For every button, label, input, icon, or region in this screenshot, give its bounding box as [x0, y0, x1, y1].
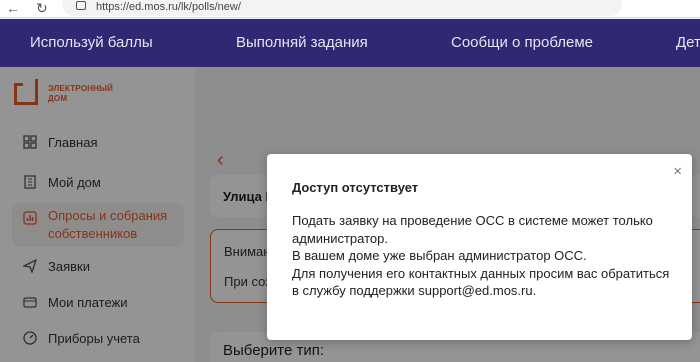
- promo-banner: Используй баллы Выполняй задания Сообщи …: [0, 19, 700, 67]
- dialog-line: администратор.: [292, 230, 388, 246]
- site-info-icon[interactable]: [76, 1, 86, 10]
- dialog-message: Подать заявку на проведение ОСС в систем…: [292, 212, 682, 300]
- banner-tab-use-points[interactable]: Используй баллы: [30, 34, 153, 51]
- close-icon[interactable]: ×: [673, 164, 682, 179]
- dialog-title: Доступ отсутствует: [292, 180, 419, 195]
- dialog-line: в службу поддержки support@ed.mos.ru.: [292, 283, 537, 298]
- banner-tab-tasks[interactable]: Выполняй задания: [236, 34, 368, 51]
- banner-tab-details[interactable]: Дет: [676, 34, 700, 51]
- dialog-line: В вашем доме уже выбран администратор ОС…: [292, 248, 587, 263]
- dialog-line: Подать заявку на проведение ОСС в систем…: [292, 213, 653, 228]
- dialog-line: Для получения его контактных данных прос…: [292, 265, 670, 281]
- banner-tab-report-problem[interactable]: Сообщи о проблеме: [451, 34, 593, 51]
- back-arrow-icon[interactable]: ←: [6, 1, 20, 15]
- access-denied-dialog: × Доступ отсутствует Подать заявку на пр…: [267, 154, 692, 340]
- url-text[interactable]: https://ed.mos.ru/lk/polls/new/: [96, 1, 241, 13]
- browser-address-bar: ← ↻ https://ed.mos.ru/lk/polls/new/: [0, 0, 700, 18]
- reload-icon[interactable]: ↻: [36, 1, 48, 15]
